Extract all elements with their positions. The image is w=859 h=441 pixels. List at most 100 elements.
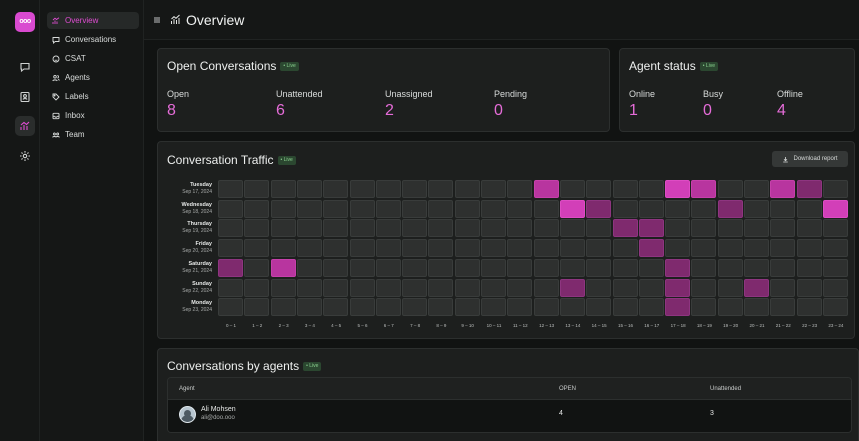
heatmap-cell[interactable]	[612, 239, 638, 258]
heatmap-cell[interactable]	[586, 219, 612, 238]
heatmap-cell[interactable]	[612, 278, 638, 297]
heatmap-cell[interactable]	[586, 258, 612, 277]
heatmap-cell[interactable]	[717, 278, 743, 297]
heatmap-cell[interactable]	[481, 239, 506, 258]
heatmap-cell[interactable]	[402, 258, 428, 277]
heatmap-cell[interactable]	[454, 219, 480, 238]
heatmap-cell[interactable]	[296, 278, 322, 297]
heatmap-cell[interactable]	[638, 180, 664, 198]
heatmap-cell[interactable]	[270, 298, 296, 317]
heatmap-cell[interactable]	[270, 199, 296, 218]
heatmap-cell[interactable]	[218, 278, 243, 297]
heatmap-cell[interactable]	[665, 219, 691, 238]
heatmap-cell[interactable]	[744, 180, 769, 198]
heatmap-cell[interactable]	[454, 180, 480, 198]
heatmap-cell[interactable]	[612, 258, 638, 277]
heatmap-cell[interactable]	[244, 219, 270, 238]
heatmap-cell[interactable]	[428, 298, 454, 317]
download-report-button[interactable]: Download report	[772, 151, 848, 167]
nav-item-csat[interactable]: CSAT	[47, 50, 139, 67]
heatmap-cell[interactable]	[218, 258, 243, 277]
menu-icon[interactable]	[152, 15, 162, 25]
heatmap-cell[interactable]	[507, 219, 533, 238]
nav-item-inbox[interactable]: Inbox	[47, 107, 139, 124]
heatmap-cell[interactable]	[586, 199, 612, 218]
heatmap-cell[interactable]	[559, 278, 585, 297]
heatmap-cell[interactable]	[349, 278, 375, 297]
heatmap-cell[interactable]	[691, 239, 717, 258]
table-row[interactable]: Ali Mohsen ali@doo.ooo 4 3	[168, 400, 851, 432]
heatmap-cell[interactable]	[323, 239, 349, 258]
heatmap-cell[interactable]	[218, 180, 243, 198]
heatmap-cell[interactable]	[428, 239, 454, 258]
heatmap-cell[interactable]	[717, 219, 743, 238]
gear-icon[interactable]	[15, 146, 35, 166]
heatmap-cell[interactable]	[296, 298, 322, 317]
heatmap-cell[interactable]	[796, 239, 822, 258]
heatmap-cell[interactable]	[559, 239, 585, 258]
heatmap-cell[interactable]	[822, 298, 848, 317]
column-agent[interactable]: Agent	[179, 386, 195, 392]
heatmap-cell[interactable]	[375, 298, 401, 317]
heatmap-cell[interactable]	[612, 199, 638, 218]
heatmap-cell[interactable]	[454, 298, 480, 317]
heatmap-cell[interactable]	[218, 298, 243, 317]
heatmap-cell[interactable]	[428, 258, 454, 277]
heatmap-cell[interactable]	[770, 278, 796, 297]
heatmap-cell[interactable]	[270, 258, 296, 277]
heatmap-cell[interactable]	[375, 239, 401, 258]
heatmap-cell[interactable]	[507, 278, 533, 297]
heatmap-cell[interactable]	[822, 199, 848, 218]
heatmap-cell[interactable]	[402, 298, 428, 317]
heatmap-cell[interactable]	[559, 219, 585, 238]
app-logo[interactable]: ooo	[15, 12, 35, 32]
heatmap-cell[interactable]	[402, 219, 428, 238]
heatmap-cell[interactable]	[244, 239, 270, 258]
heatmap-cell[interactable]	[270, 239, 296, 258]
heatmap-cell[interactable]	[296, 258, 322, 277]
heatmap-cell[interactable]	[349, 199, 375, 218]
heatmap-cell[interactable]	[507, 199, 533, 218]
heatmap-cell[interactable]	[559, 199, 585, 218]
heatmap-cell[interactable]	[770, 239, 796, 258]
heatmap-cell[interactable]	[822, 239, 848, 258]
heatmap-cell[interactable]	[533, 180, 559, 198]
heatmap-cell[interactable]	[507, 239, 533, 258]
heatmap-cell[interactable]	[559, 258, 585, 277]
heatmap-cell[interactable]	[796, 278, 822, 297]
heatmap-cell[interactable]	[638, 239, 664, 258]
heatmap-cell[interactable]	[770, 199, 796, 218]
heatmap-cell[interactable]	[481, 278, 506, 297]
heatmap-cell[interactable]	[402, 239, 428, 258]
heatmap-cell[interactable]	[665, 199, 691, 218]
reports-icon[interactable]	[15, 116, 35, 136]
heatmap-cell[interactable]	[586, 298, 612, 317]
heatmap-cell[interactable]	[349, 180, 375, 198]
nav-item-agents[interactable]: Agents	[47, 69, 139, 86]
heatmap-cell[interactable]	[744, 219, 769, 238]
chat-icon[interactable]	[15, 57, 35, 77]
heatmap-cell[interactable]	[481, 219, 506, 238]
heatmap-cell[interactable]	[665, 278, 691, 297]
heatmap-cell[interactable]	[744, 298, 769, 317]
nav-item-team[interactable]: Team	[47, 126, 139, 143]
heatmap-cell[interactable]	[323, 258, 349, 277]
heatmap-cell[interactable]	[296, 180, 322, 198]
heatmap-cell[interactable]	[691, 298, 717, 317]
heatmap-cell[interactable]	[244, 199, 270, 218]
heatmap-cell[interactable]	[638, 298, 664, 317]
heatmap-cell[interactable]	[507, 298, 533, 317]
heatmap-cell[interactable]	[691, 180, 717, 198]
heatmap-cell[interactable]	[218, 219, 243, 238]
heatmap-cell[interactable]	[796, 219, 822, 238]
heatmap-cell[interactable]	[691, 199, 717, 218]
heatmap-cell[interactable]	[533, 239, 559, 258]
heatmap-cell[interactable]	[744, 258, 769, 277]
heatmap-cell[interactable]	[349, 219, 375, 238]
heatmap-cell[interactable]	[454, 239, 480, 258]
heatmap-cell[interactable]	[428, 199, 454, 218]
heatmap-cell[interactable]	[665, 258, 691, 277]
heatmap-cell[interactable]	[481, 298, 506, 317]
heatmap-cell[interactable]	[375, 258, 401, 277]
heatmap-cell[interactable]	[349, 298, 375, 317]
